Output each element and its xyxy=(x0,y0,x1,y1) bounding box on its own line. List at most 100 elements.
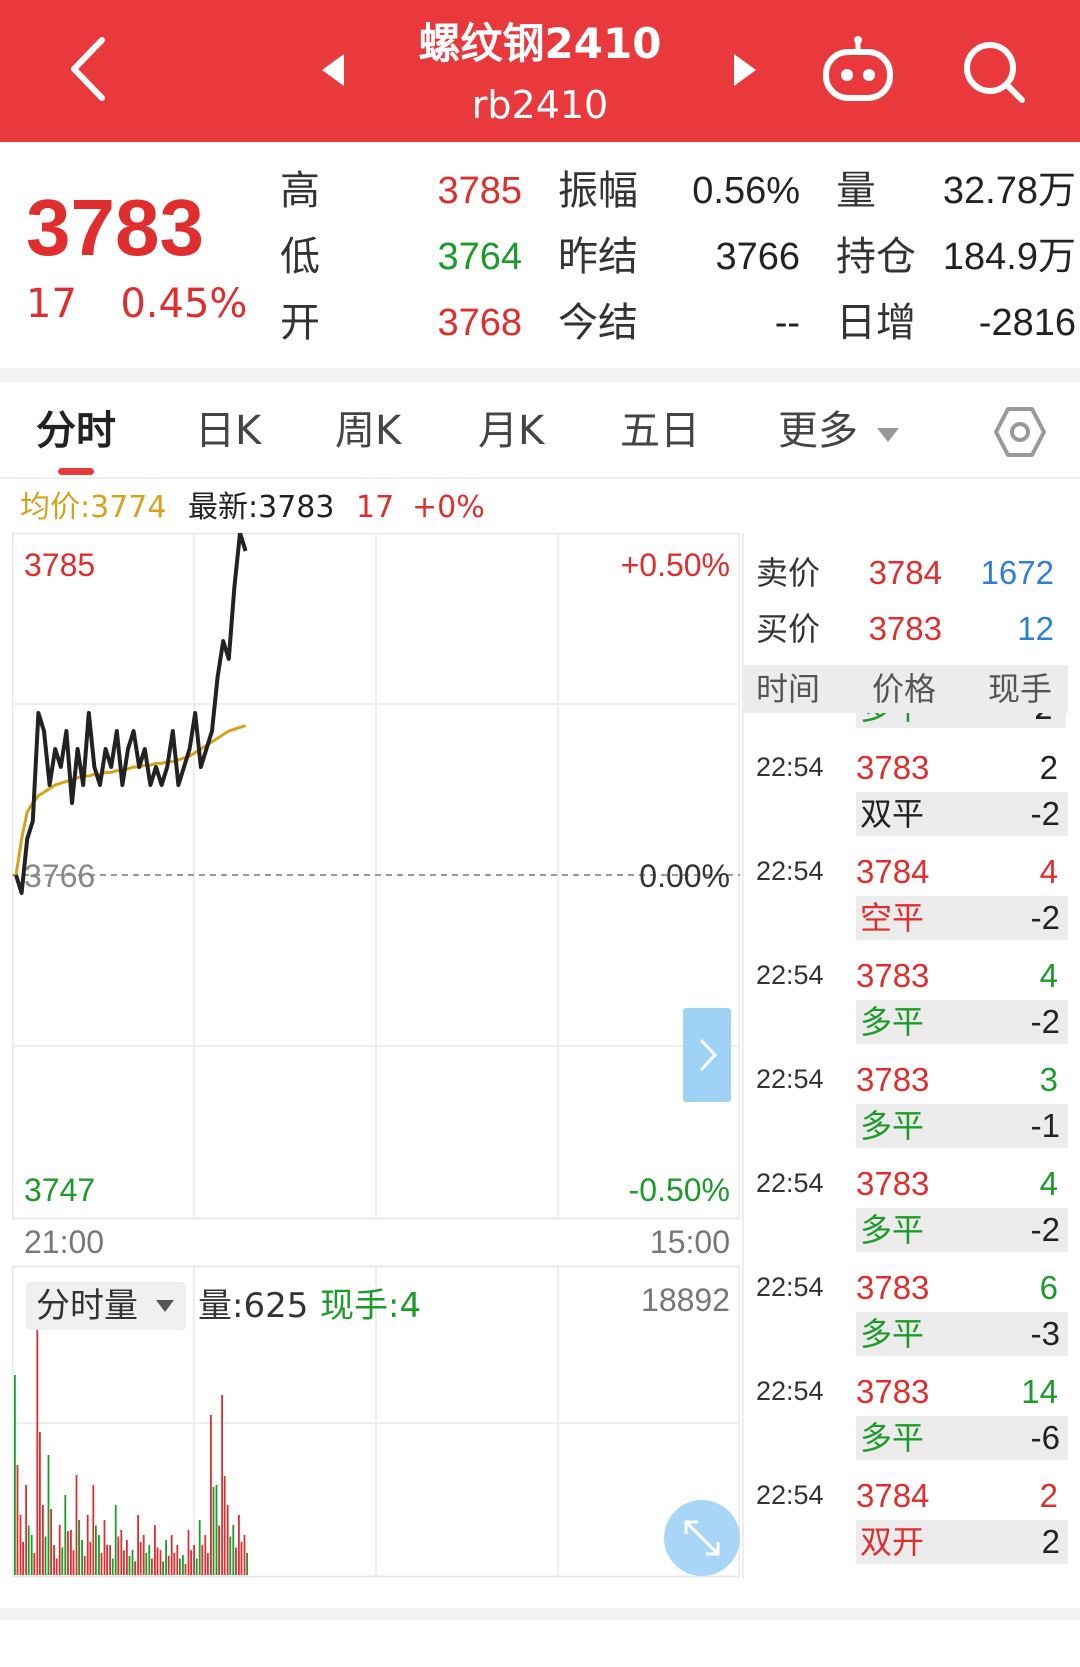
tick-type-cell: 多平 -2 xyxy=(856,1000,1068,1044)
volume-bar xyxy=(30,1535,33,1575)
volume-bar xyxy=(44,1536,47,1575)
volume-bar xyxy=(128,1555,131,1576)
volume-bar xyxy=(134,1561,136,1576)
volume-bar xyxy=(89,1542,92,1575)
tick-type-cell: 双平 -2 xyxy=(856,792,1068,836)
volume-bar xyxy=(182,1555,184,1575)
volume-bar xyxy=(50,1509,52,1575)
tick-time: 22:54 xyxy=(756,1480,824,1510)
volume-bar xyxy=(61,1547,64,1575)
active-tab-indicator xyxy=(58,468,94,475)
tick-row: 22:54 3783 4 多平 -2 xyxy=(744,956,1068,1056)
tick-type: 多平 xyxy=(860,1315,925,1353)
search-icon[interactable] xyxy=(960,38,1028,106)
amplitude-value: 0.56% xyxy=(692,170,800,212)
volume-bar xyxy=(72,1550,75,1576)
tab-daily-k[interactable]: 日K xyxy=(195,405,261,457)
volume-bar xyxy=(64,1495,67,1575)
tick-row: 22:54 3783 4 多平 -2 xyxy=(744,1164,1068,1264)
tab-intraday[interactable]: 分时 xyxy=(36,405,116,457)
volume-bar xyxy=(154,1525,156,1575)
settings-icon[interactable] xyxy=(992,404,1048,460)
open-value: 3768 xyxy=(437,302,522,344)
bid-price: 3783 xyxy=(868,610,942,647)
tick-oi-change: -6 xyxy=(1030,1419,1060,1456)
volume-bar xyxy=(75,1475,78,1575)
bottom-divider xyxy=(0,1608,1080,1620)
tab-monthly-k[interactable]: 月K xyxy=(478,405,544,457)
next-contract-icon[interactable] xyxy=(730,50,760,90)
tick-row: 22:54 3783 2 双平 -2 xyxy=(744,748,1068,848)
volume-bar xyxy=(240,1542,243,1575)
robot-icon[interactable] xyxy=(820,34,896,106)
volume-bar xyxy=(198,1520,201,1575)
volume-bar xyxy=(78,1520,80,1575)
ticks-header-price: 价格 xyxy=(872,670,937,708)
volume-bar xyxy=(142,1535,145,1575)
tick-price: 3783 xyxy=(856,1061,930,1098)
ticks-header-hand: 现手 xyxy=(988,670,1053,708)
volume-indicator-selector[interactable]: 分时量 xyxy=(26,1282,186,1330)
change-percent: 0.45% xyxy=(120,281,248,327)
section-divider xyxy=(0,368,1080,382)
last-price: 3783 xyxy=(26,183,204,272)
volume-bar xyxy=(243,1535,246,1575)
volume-bar xyxy=(27,1525,30,1575)
y-axis-low-pct: -0.50% xyxy=(628,1172,730,1208)
volume-bar xyxy=(156,1547,159,1575)
volume-indicator-label: 分时量 xyxy=(36,1286,138,1326)
tick-time: 22:54 xyxy=(756,1376,824,1406)
tab-more[interactable]: 更多 xyxy=(778,405,901,457)
tick-type-cell: 空平 -2 xyxy=(856,896,1068,940)
volume-bar xyxy=(70,1530,72,1575)
volume-bar xyxy=(148,1545,151,1575)
change-value: 17 xyxy=(26,281,77,327)
volume-bar xyxy=(159,1550,162,1575)
high-value: 3785 xyxy=(437,170,522,212)
volume-bar xyxy=(100,1553,103,1575)
tick-type-cell: 多平 -2 xyxy=(856,1208,1068,1252)
tick-volume: 4 xyxy=(1039,853,1058,890)
ticks-table-header: 时间 价格 现手 xyxy=(744,665,1068,713)
tab-weekly-k[interactable]: 周K xyxy=(335,405,401,457)
volume-bars xyxy=(14,1315,248,1576)
volume-bar xyxy=(151,1558,153,1575)
settle-label: 今结 xyxy=(558,300,638,346)
volume-bar xyxy=(16,1465,19,1575)
volume-bar xyxy=(207,1553,209,1575)
volume-bar xyxy=(19,1515,22,1575)
tick-type-cell: 多平 -3 xyxy=(856,1312,1068,1356)
volume-bar xyxy=(187,1530,190,1575)
volume-bar xyxy=(195,1558,198,1575)
fullscreen-button[interactable] xyxy=(664,1500,740,1576)
y-axis-mid: 3766 xyxy=(24,858,96,894)
volume-bar xyxy=(109,1545,111,1575)
page-title: 螺纹钢2410 xyxy=(418,19,662,68)
top-bar: 螺纹钢2410 rb2410 xyxy=(0,0,1080,142)
volume-bar xyxy=(232,1525,235,1575)
volume-bar xyxy=(221,1395,223,1575)
y-axis-high: 3785 xyxy=(24,547,96,583)
tick-time: 22:54 xyxy=(756,1272,824,1302)
prev-settle-label: 昨结 xyxy=(558,234,638,280)
volume-bar xyxy=(201,1544,204,1576)
tick-time: 22:54 xyxy=(756,1064,824,1094)
volume-bar xyxy=(22,1542,24,1575)
volume-bar xyxy=(33,1553,36,1575)
volume-bar xyxy=(223,1476,226,1575)
tick-oi-change: 2 xyxy=(1041,1523,1060,1560)
tick-row: 22:54 3783 3 多平 -1 xyxy=(744,1060,1068,1160)
tick-oi-change: -1 xyxy=(1030,1107,1060,1144)
volume-label: 量 xyxy=(836,168,876,214)
volume-bar xyxy=(123,1550,125,1576)
tick-price: 3783 xyxy=(856,1269,930,1306)
tab-five-day[interactable]: 五日 xyxy=(620,405,700,457)
volume-bar xyxy=(139,1542,142,1575)
volume-bar xyxy=(204,1535,207,1575)
tick-type-cell: 多平 -1 xyxy=(856,1104,1068,1148)
volume-bar xyxy=(176,1545,179,1575)
volume-bar xyxy=(212,1487,215,1575)
expand-panel-button[interactable] xyxy=(683,1008,731,1102)
volume-bar xyxy=(215,1485,218,1575)
latest-change-info: 17 xyxy=(356,490,395,525)
